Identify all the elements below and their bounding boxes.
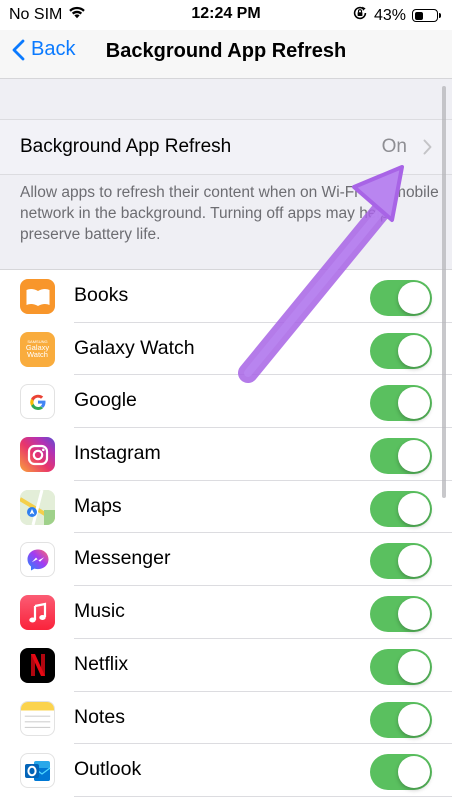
toggle-knob (398, 492, 430, 525)
instagram-icon (20, 437, 55, 473)
messenger-icon (20, 542, 55, 578)
notes-icon (20, 700, 55, 736)
toggle-switch[interactable] (370, 543, 432, 580)
netflix-icon (20, 647, 55, 683)
app-name: Galaxy Watch (74, 336, 195, 359)
list-item: Google (0, 375, 452, 429)
list-item: Music (0, 586, 452, 639)
section-footer-note: Allow apps to refresh their content when… (20, 184, 439, 243)
chevron-right-icon (423, 139, 432, 155)
app-name: Netflix (74, 652, 129, 675)
background-refresh-label: Background App Refresh (20, 136, 232, 157)
toggle-switch[interactable] (370, 648, 432, 685)
maps-icon (20, 489, 55, 525)
toggle-switch[interactable] (370, 701, 432, 738)
row-divider (74, 795, 452, 797)
toggle-knob (398, 440, 430, 473)
toggle-switch[interactable] (370, 280, 432, 316)
google-icon (20, 384, 55, 420)
toggle-switch[interactable] (370, 596, 432, 633)
app-name: Messenger (74, 547, 171, 570)
toggle-switch[interactable] (370, 754, 432, 791)
galaxy-watch-icon-line2: Watch (27, 350, 48, 360)
books-icon (20, 279, 55, 314)
list-item: Books (0, 270, 452, 323)
background-refresh-row[interactable]: Background App Refresh On (0, 119, 452, 175)
galaxy-watch-icon: SAMSUNG Galaxy Watch (20, 331, 55, 367)
list-item: Outlook (0, 744, 452, 797)
list-item: Maps (0, 481, 452, 534)
orientation-lock-icon (352, 5, 368, 26)
list-item: Netflix (0, 639, 452, 692)
toggle-knob (398, 756, 430, 789)
toggle-switch[interactable] (370, 490, 432, 527)
status-bar: No SIM 12:24 PM 43% (0, 0, 452, 30)
list-item: SAMSUNG Galaxy Watch Galaxy Watch (0, 323, 452, 376)
toggle-knob (398, 650, 430, 683)
app-list: Books SAMSUNG Galaxy Watch Galaxy Watch … (0, 269, 452, 797)
background-refresh-value: On (381, 136, 407, 157)
page-title: Background App Refresh (105, 40, 347, 62)
toggle-knob (398, 334, 430, 367)
outlook-icon (20, 753, 55, 789)
app-name: Outlook (74, 758, 142, 781)
app-name: Music (74, 600, 125, 623)
app-name: Google (74, 389, 137, 412)
list-item: Notes (0, 692, 452, 745)
toggle-knob (398, 545, 430, 578)
app-name: Maps (74, 494, 122, 517)
scroll-indicator[interactable] (442, 86, 446, 498)
battery-percent: 43% (373, 6, 406, 24)
app-name: Instagram (74, 442, 161, 465)
app-name: Notes (74, 705, 125, 728)
app-name: Books (74, 284, 129, 306)
toggle-switch[interactable] (370, 438, 432, 475)
status-right: 43% (352, 5, 441, 26)
toggle-switch[interactable] (370, 332, 432, 369)
toggle-knob (398, 282, 430, 314)
list-item: Instagram (0, 428, 452, 481)
toggle-knob (398, 598, 430, 631)
toggle-switch[interactable] (370, 385, 432, 422)
list-item: Messenger (0, 533, 452, 587)
battery-icon (412, 9, 441, 22)
toggle-knob (398, 387, 430, 420)
navigation-bar: Back Background App Refresh (0, 30, 452, 79)
battery-fill (414, 11, 424, 20)
toggle-knob (398, 703, 430, 736)
music-icon (20, 595, 55, 631)
